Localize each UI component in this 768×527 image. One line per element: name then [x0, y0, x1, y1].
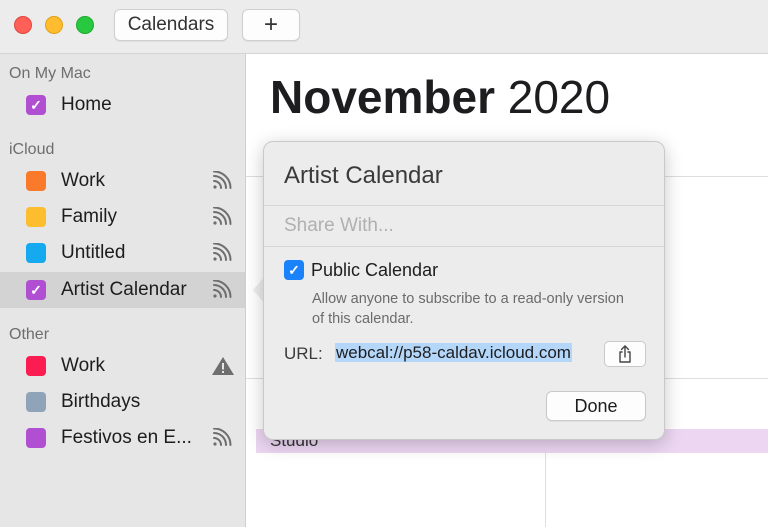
url-value: webcal://p58-caldav.icloud.com — [335, 343, 572, 362]
divider — [264, 246, 664, 247]
public-calendar-description: Allow anyone to subscribe to a read-only… — [312, 291, 624, 327]
public-calendar-label[interactable]: Public Calendar — [311, 260, 438, 281]
share-url-button[interactable] — [604, 341, 646, 367]
checkmark-icon: ✓ — [30, 282, 42, 298]
calendar-name: Birthdays — [61, 391, 141, 412]
calendar-checkbox[interactable] — [26, 207, 46, 227]
calendar-info-popover: Artist Calendar ✓ Public Calendar Allow … — [263, 141, 665, 440]
calendar-name: Family — [61, 206, 117, 227]
sidebar-item-untitled[interactable]: Untitled — [0, 235, 245, 271]
calendar-name: Artist Calendar — [61, 279, 187, 300]
done-button[interactable]: Done — [546, 391, 646, 421]
calendar-checkbox[interactable]: ✓ — [26, 280, 46, 300]
calendar-name: Work — [61, 170, 105, 191]
broadcast-icon — [213, 207, 232, 225]
calendars-button[interactable]: Calendars — [114, 9, 228, 41]
section-header-other: Other — [9, 326, 50, 343]
zoom-window-button[interactable] — [76, 16, 94, 34]
section-header-on-my-mac: On My Mac — [9, 65, 91, 82]
sidebar-item-home[interactable]: ✓ Home — [0, 87, 245, 123]
calendar-checkbox[interactable] — [26, 171, 46, 191]
window-toolbar: Calendars + — [0, 0, 768, 54]
sidebar-item-birthdays[interactable]: Birthdays — [0, 384, 245, 420]
minimize-window-button[interactable] — [45, 16, 63, 34]
calendar-checkbox[interactable] — [26, 428, 46, 448]
broadcast-icon — [213, 171, 232, 189]
public-calendar-checkbox[interactable]: ✓ — [284, 260, 304, 280]
close-window-button[interactable] — [14, 16, 32, 34]
calendar-sidebar: On My Mac ✓ Home iCloud Work Family Unti… — [0, 54, 246, 527]
sidebar-item-work-other[interactable]: Work — [0, 348, 245, 384]
popover-title: Artist Calendar — [284, 162, 443, 189]
share-with-input[interactable] — [284, 215, 644, 237]
calendar-checkbox[interactable] — [26, 356, 46, 376]
broadcast-icon — [213, 243, 232, 261]
month-title: November 2020 — [270, 70, 610, 124]
sidebar-item-artist-calendar[interactable]: ✓ Artist Calendar — [0, 272, 245, 308]
calendar-name: Work — [61, 355, 105, 376]
calendar-name: Festivos en E... — [61, 427, 192, 448]
broadcast-icon — [213, 428, 232, 446]
calendar-checkbox[interactable] — [26, 243, 46, 263]
add-event-button[interactable]: + — [242, 9, 300, 41]
year: 2020 — [507, 71, 611, 123]
sidebar-item-family[interactable]: Family — [0, 199, 245, 235]
checkmark-icon: ✓ — [30, 97, 42, 113]
calendar-checkbox[interactable] — [26, 392, 46, 412]
sidebar-item-work[interactable]: Work — [0, 163, 245, 199]
section-header-icloud: iCloud — [9, 141, 55, 158]
calendar-name: Untitled — [61, 242, 126, 263]
url-label: URL: — [284, 344, 323, 363]
share-icon — [619, 345, 631, 363]
divider — [264, 205, 664, 206]
warning-icon[interactable] — [211, 356, 235, 376]
broadcast-icon — [213, 280, 232, 298]
sidebar-item-festivos[interactable]: Festivos en E... — [0, 420, 245, 456]
month-name: November — [270, 71, 495, 123]
url-field[interactable]: webcal://p58-caldav.icloud.com — [335, 341, 597, 365]
calendar-name: Home — [61, 94, 112, 115]
calendar-checkbox[interactable]: ✓ — [26, 95, 46, 115]
